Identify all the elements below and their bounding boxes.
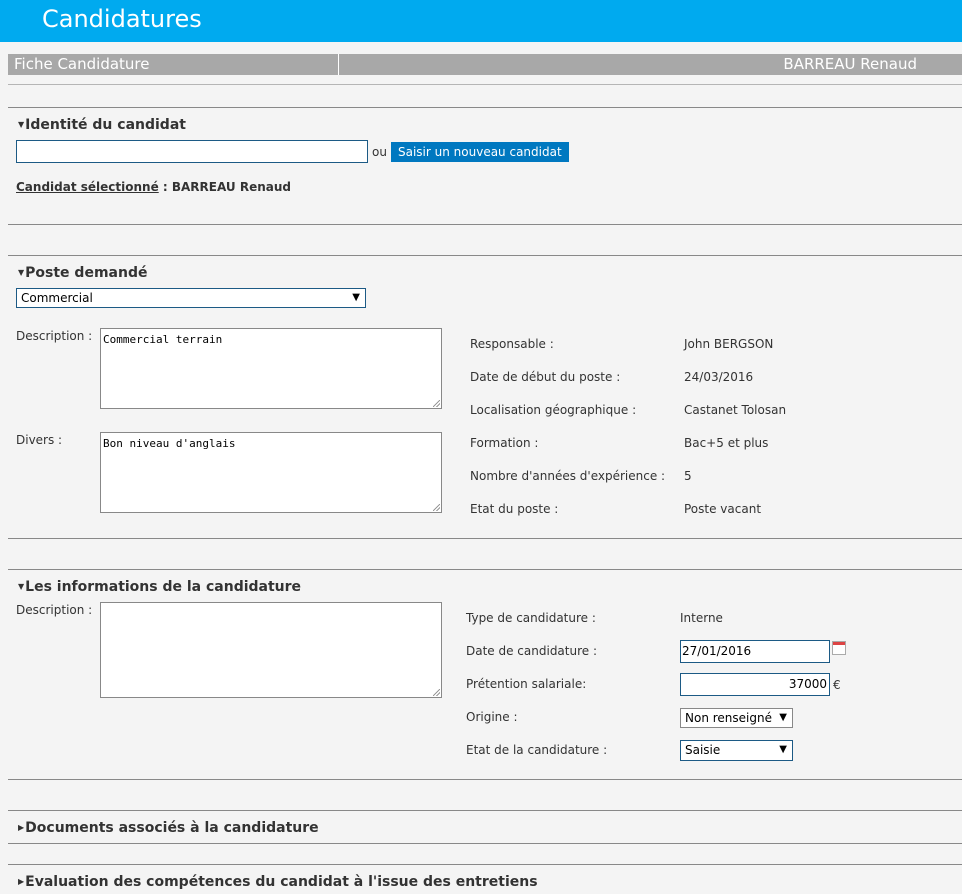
origin-label: Origine :: [466, 710, 518, 724]
section-divider: [8, 538, 962, 539]
section-title-documents: Documents associés à la candidature: [25, 820, 319, 836]
resize-grip-icon[interactable]: [433, 400, 440, 407]
section-toggle-candidature[interactable]: ▼Les informations de la candidature: [18, 579, 301, 595]
selected-candidate: Candidat sélectionné : BARREAU Renaud: [16, 180, 291, 194]
section-title-evaluation: Evaluation des compétences du candidat à…: [25, 874, 538, 890]
detail-value-location: Castanet Tolosan: [684, 403, 787, 417]
section-divider: [8, 864, 962, 865]
job-select[interactable]: Commercial ▼: [16, 288, 366, 308]
section-divider: [8, 810, 962, 811]
caret-down-icon: ▼: [18, 268, 25, 277]
detail-value-education: Bac+5 et plus: [684, 436, 769, 450]
detail-value-start-date: 24/03/2016: [684, 370, 754, 384]
caret-right-icon: ▶: [18, 823, 25, 832]
job-misc-textarea[interactable]: Bon niveau d'anglais: [100, 432, 442, 513]
divider: [8, 84, 962, 85]
selected-candidate-value: BARREAU Renaud: [171, 180, 291, 194]
app-header: Candidatures: [0, 0, 962, 42]
application-date-value: 27/01/2016: [682, 644, 752, 658]
job-description-label: Description :: [16, 329, 93, 343]
detail-label-responsable: Responsable :: [470, 337, 554, 351]
section-divider: [8, 569, 962, 570]
application-date-label: Date de candidature :: [466, 644, 598, 658]
job-misc-value: Bon niveau d'anglais: [103, 437, 236, 450]
application-date-input[interactable]: 27/01/2016: [680, 640, 830, 663]
caret-down-icon: ▼: [18, 582, 25, 591]
selected-candidate-separator: :: [158, 180, 172, 194]
job-description-value: Commercial terrain: [103, 333, 223, 346]
resize-grip-icon[interactable]: [433, 689, 440, 696]
candidate-name-title: BARREAU Renaud: [783, 55, 917, 73]
application-status-label: Etat de la candidature :: [466, 743, 608, 757]
candidate-search-input[interactable]: [16, 140, 368, 163]
job-select-value: Commercial: [21, 291, 93, 305]
caret-right-icon: ▶: [18, 877, 25, 886]
origin-select-value: Non renseigné: [685, 711, 772, 725]
application-type-label: Type de candidature :: [466, 611, 596, 625]
section-toggle-evaluation[interactable]: ▶Evaluation des compétences du candidat …: [18, 874, 538, 890]
section-toggle-poste[interactable]: ▼Poste demandé: [18, 265, 147, 281]
detail-label-job-status: Etat du poste :: [470, 502, 559, 516]
dropdown-arrow-icon: ▼: [352, 292, 360, 303]
dropdown-arrow-icon: ▼: [779, 744, 787, 755]
detail-label-education: Formation :: [470, 436, 539, 450]
record-type-title: Fiche Candidature: [14, 55, 150, 73]
origin-select[interactable]: Non renseigné ▼: [680, 708, 793, 728]
salary-expectation-label: Prétention salariale:: [466, 677, 587, 691]
detail-value-experience: 5: [684, 469, 692, 483]
detail-label-location: Localisation géographique :: [470, 403, 637, 417]
calendar-icon[interactable]: [832, 641, 846, 655]
caret-down-icon: ▼: [18, 120, 25, 129]
detail-label-experience: Nombre d'années d'expérience :: [470, 469, 666, 483]
or-text: ou: [372, 145, 387, 159]
selected-candidate-label: Candidat sélectionné: [16, 180, 159, 194]
section-divider: [8, 224, 962, 225]
section-divider: [8, 779, 962, 780]
dropdown-arrow-icon: ▼: [779, 712, 787, 723]
application-status-select[interactable]: Saisie ▼: [680, 740, 793, 761]
detail-value-job-status: Poste vacant: [684, 502, 762, 516]
job-misc-label: Divers :: [16, 433, 63, 447]
section-toggle-identite[interactable]: ▼Identité du candidat: [18, 117, 186, 133]
record-header-bar: Fiche Candidature BARREAU Renaud: [8, 54, 962, 75]
job-description-textarea[interactable]: Commercial terrain: [100, 328, 442, 409]
application-status-value: Saisie: [685, 743, 721, 757]
application-type-value: Interne: [680, 611, 723, 625]
section-title-poste: Poste demandé: [25, 265, 148, 281]
currency-symbol: €: [833, 678, 841, 692]
section-title-identite: Identité du candidat: [25, 117, 186, 133]
section-toggle-documents[interactable]: ▶Documents associés à la candidature: [18, 820, 319, 836]
header-divider: [338, 54, 339, 75]
detail-value-responsable: John BERGSON: [684, 337, 774, 351]
section-divider: [8, 843, 962, 844]
application-description-label: Description :: [16, 603, 93, 617]
detail-label-start-date: Date de début du poste :: [470, 370, 621, 384]
section-divider: [8, 255, 962, 256]
section-divider: [8, 107, 962, 108]
resize-grip-icon[interactable]: [433, 504, 440, 511]
new-candidate-button[interactable]: Saisir un nouveau candidat: [391, 142, 569, 162]
salary-expectation-input[interactable]: 37000: [680, 673, 830, 696]
application-description-textarea[interactable]: [100, 602, 442, 698]
app-title: Candidatures: [42, 5, 202, 33]
section-title-candidature: Les informations de la candidature: [25, 579, 302, 595]
salary-expectation-value: 37000: [788, 677, 827, 691]
